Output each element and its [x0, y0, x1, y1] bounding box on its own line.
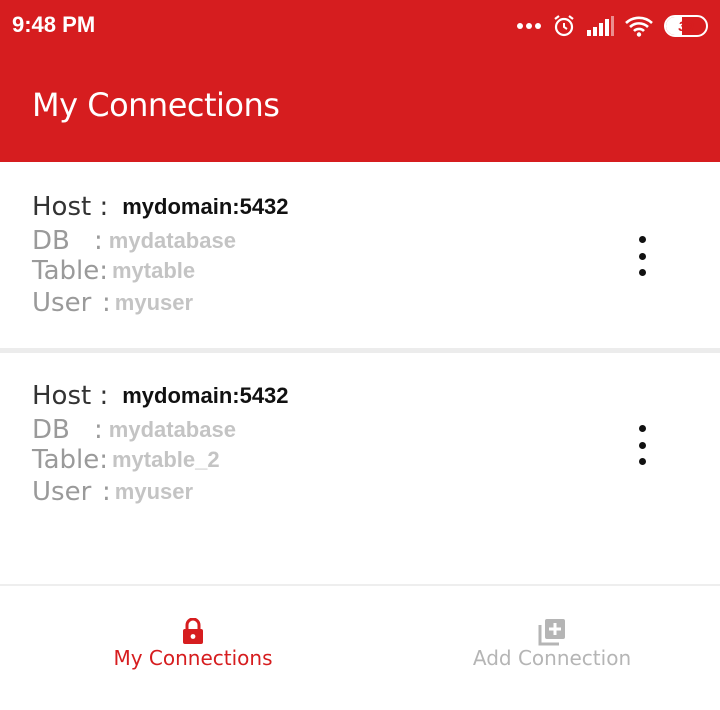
db-row: DB : mydatabase [32, 226, 236, 256]
host-label: Host : [32, 192, 109, 222]
user-row: User : myuser [32, 477, 193, 507]
user-value: myuser [114, 479, 194, 504]
lock-icon [182, 617, 204, 649]
connection-card[interactable]: Host : mydomain:5432 DB : mydatabase Tab… [0, 162, 720, 348]
user-separator: : [102, 288, 111, 318]
db-separator: : [94, 226, 103, 256]
page-title: My Connections [32, 86, 280, 124]
table-value: mytable [112, 258, 196, 283]
connections-list: Host : mydomain:5432 DB : mydatabase Tab… [0, 162, 720, 580]
db-label: DB [32, 226, 70, 256]
user-separator: : [102, 477, 111, 507]
host-label: Host : [32, 381, 109, 411]
nav-item-my-connections[interactable]: My Connections [13, 586, 373, 710]
db-value: mydatabase [108, 417, 236, 442]
user-value: myuser [114, 290, 194, 315]
db-separator: : [94, 415, 103, 445]
battery-percent: 39 [678, 18, 694, 34]
status-time: 9:48 PM [12, 12, 96, 37]
connection-card[interactable]: Host : mydomain:5432 DB : mydatabase Tab… [0, 348, 720, 580]
host-value: mydomain:5432 [122, 383, 289, 408]
battery-icon: 39 [664, 15, 708, 37]
host-row: Host : mydomain:5432 [32, 381, 289, 411]
status-icons: 39 [516, 12, 708, 40]
status-bar: 9:48 PM 39 [0, 0, 720, 52]
user-label: User [32, 288, 92, 318]
table-row: Table: mytable [32, 256, 195, 286]
nav-item-add-connection[interactable]: Add Connection [372, 586, 720, 710]
app-bar: My Connections [0, 52, 720, 162]
signal-icon [586, 16, 614, 36]
host-row: Host : mydomain:5432 [32, 192, 289, 222]
table-row: Table: mytable_2 [32, 445, 220, 475]
nav-label: My Connections [113, 646, 273, 670]
user-label: User [32, 477, 92, 507]
db-value: mydatabase [108, 228, 236, 253]
nav-label: Add Connection [472, 646, 632, 670]
wifi-icon [624, 15, 654, 37]
more-dots-icon [516, 22, 542, 30]
more-options-icon[interactable] [634, 425, 650, 465]
bottom-navigation: My Connections Add Connection [0, 584, 720, 710]
table-label: Table: [32, 256, 108, 286]
db-row: DB : mydatabase [32, 415, 236, 445]
table-label: Table: [32, 445, 108, 475]
alarm-icon [552, 14, 576, 38]
db-label: DB [32, 415, 70, 445]
table-value: mytable_2 [112, 447, 220, 472]
host-value: mydomain:5432 [122, 194, 289, 219]
user-row: User : myuser [32, 288, 193, 318]
more-options-icon[interactable] [634, 236, 650, 276]
